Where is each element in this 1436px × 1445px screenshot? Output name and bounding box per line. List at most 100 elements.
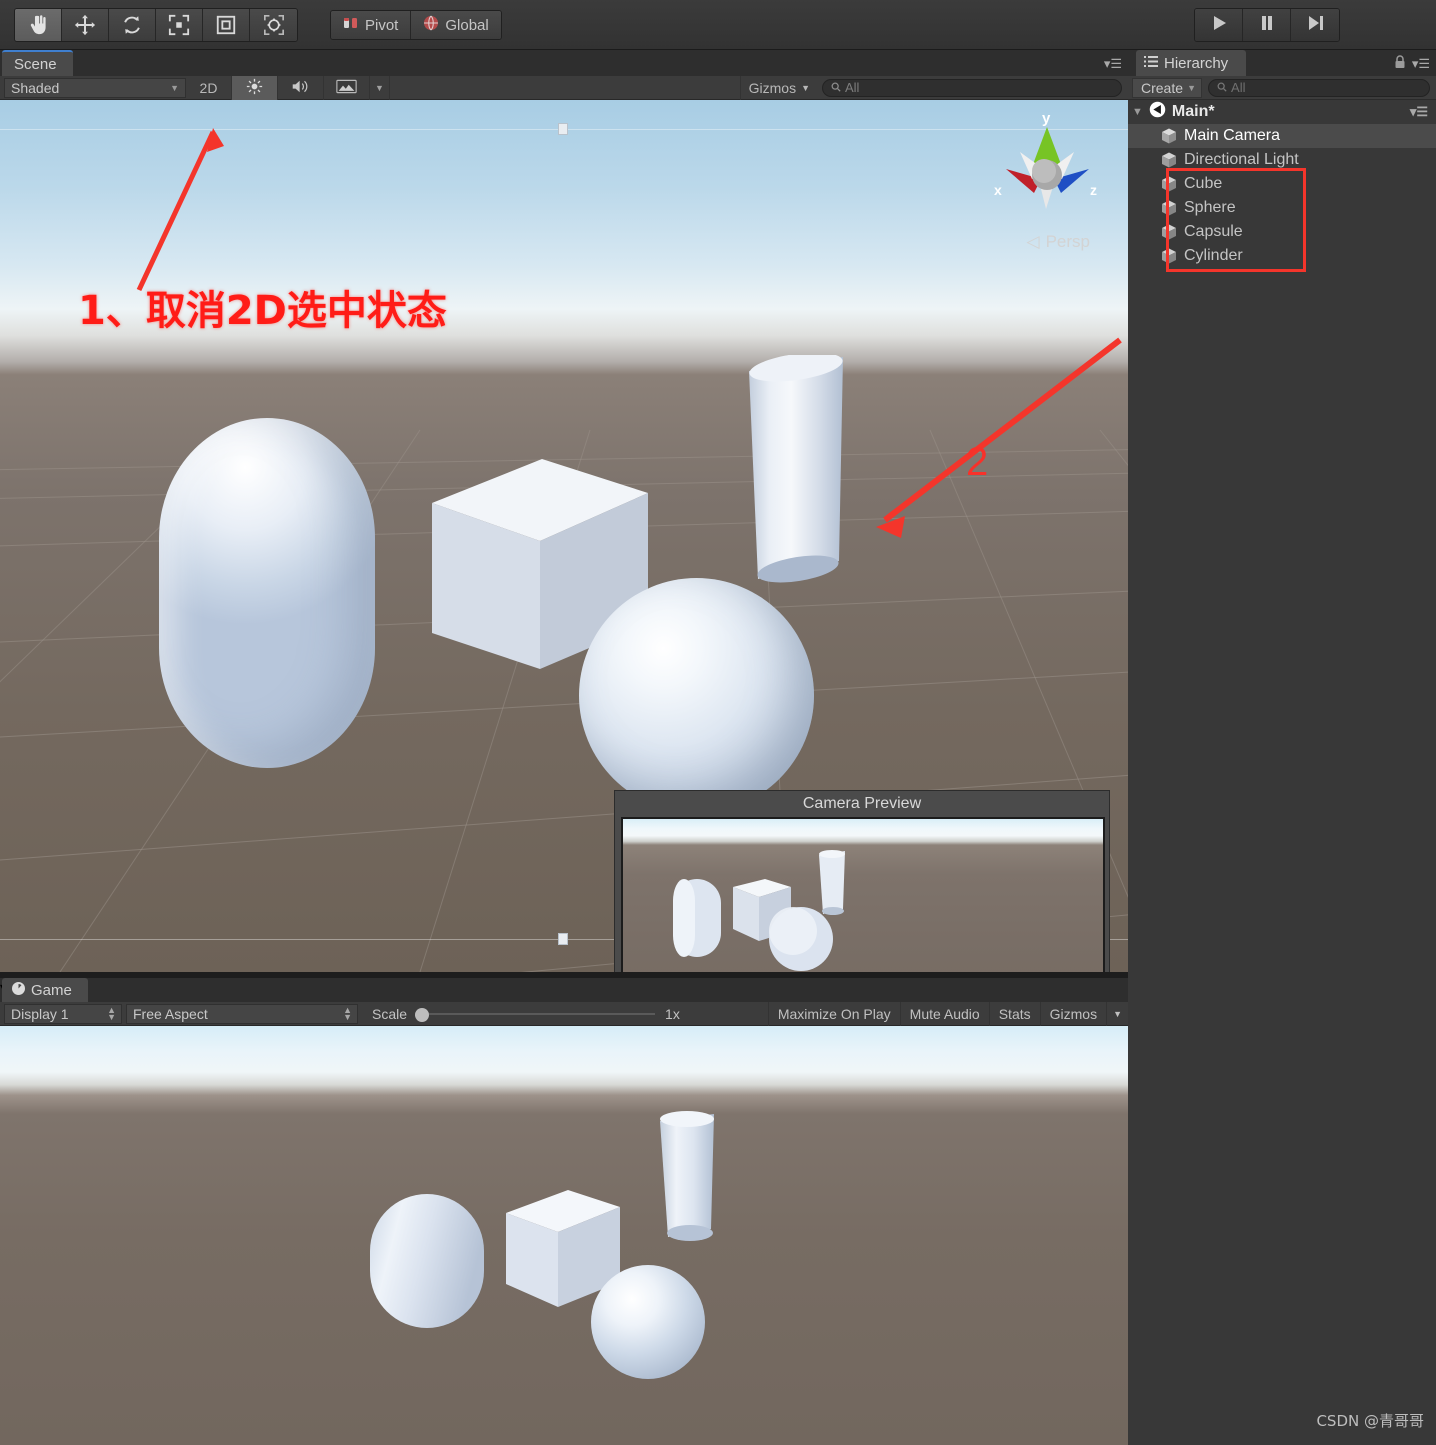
- game-panel: Game ▾☰ Display 1 ▲▼ Free Aspect ▲▼ Scal…: [0, 978, 1128, 1445]
- scene-audio-toggle[interactable]: [278, 75, 324, 100]
- play-button[interactable]: [1195, 9, 1243, 41]
- game-tab-icon: [12, 981, 25, 999]
- scene-projection-label[interactable]: ◁ Persp: [1027, 232, 1091, 252]
- hierarchy-item-label: Capsule: [1184, 223, 1243, 240]
- step-button[interactable]: [1291, 9, 1339, 41]
- chevron-down-icon: ▼: [801, 82, 810, 93]
- search-icon: [831, 80, 841, 95]
- scene-gizmos-dropdown[interactable]: Gizmos ▼: [739, 75, 818, 100]
- globe-icon: [423, 15, 439, 35]
- display-label: Display 1: [11, 1005, 69, 1022]
- game-panel-menu-icon[interactable]: ▾☰: [0, 978, 1128, 998]
- rect-tool-button[interactable]: [203, 9, 250, 41]
- hierarchy-panel: Hierarchy ▾☰ Create ▼ All ▼ Main* ▾☰ Mai…: [1128, 50, 1436, 1445]
- handle-orientation-label: Global: [445, 16, 489, 34]
- hierarchy-item-label: Cylinder: [1184, 247, 1243, 264]
- handle-orientation-button[interactable]: Global: [411, 11, 501, 39]
- scene-row-menu-icon[interactable]: ▾☰: [1410, 104, 1428, 120]
- rotate-tool-button[interactable]: [109, 9, 156, 41]
- stepper-icon: ▲ ▼: [343, 1004, 352, 1022]
- create-label: Create: [1141, 79, 1184, 96]
- chevron-down-icon: ▼: [1187, 82, 1197, 93]
- scale-icon: [168, 14, 190, 36]
- tab-game[interactable]: Game: [2, 978, 88, 1002]
- step-icon: [1305, 13, 1325, 38]
- hierarchy-tree: ▼ Main* ▾☰ Main Camera Directional Light…: [1128, 100, 1436, 268]
- transform-tools-group: [14, 8, 298, 42]
- hierarchy-item-sphere[interactable]: Sphere: [1128, 196, 1436, 220]
- chevron-down-icon: ▼: [170, 82, 179, 93]
- annotation-step1-text: 1、取消2D选中状态: [78, 288, 447, 334]
- gameobject-icon: [1160, 175, 1178, 193]
- hand-icon: [27, 14, 49, 36]
- hand-tool-button[interactable]: [15, 9, 62, 41]
- hierarchy-search-input[interactable]: All: [1208, 78, 1430, 97]
- maximize-on-play-button[interactable]: Maximize On Play: [767, 1001, 900, 1026]
- scene-fx-dropdown[interactable]: ▼: [370, 75, 390, 100]
- scene-viewport[interactable]: y x z ◁ Persp 1、取消2D选中状态 2 Camera Previe…: [0, 100, 1128, 972]
- scene-tab-label: Scene: [14, 55, 57, 73]
- scale-tool-button[interactable]: [156, 9, 203, 41]
- scene-toolbar: Shaded ▼ 2D ▼ Gizmos ▼ All: [0, 75, 1128, 100]
- transform-tool-button[interactable]: [250, 9, 297, 41]
- camera-preview-title: Camera Preview: [802, 795, 922, 812]
- scene-lighting-toggle[interactable]: [232, 75, 278, 100]
- stats-button[interactable]: Stats: [988, 1001, 1040, 1026]
- game-viewport[interactable]: [0, 1026, 1128, 1445]
- game-gizmos-button[interactable]: Gizmos: [1039, 1001, 1106, 1026]
- hierarchy-item-main-camera[interactable]: Main Camera: [1128, 124, 1436, 148]
- hierarchy-item-cube[interactable]: Cube: [1128, 172, 1436, 196]
- chevron-down-icon: ▼: [375, 82, 384, 93]
- scale-label: Scale: [372, 1005, 408, 1022]
- move-arrows-icon: [74, 14, 96, 36]
- lock-icon[interactable]: [1394, 55, 1406, 74]
- scale-slider-knob[interactable]: [415, 1007, 430, 1022]
- move-tool-button[interactable]: [62, 9, 109, 41]
- hierarchy-item-directional-light[interactable]: Directional Light: [1128, 148, 1436, 172]
- scene-object-capsule[interactable]: [159, 418, 375, 768]
- gameobject-icon: [1160, 127, 1178, 145]
- toggle-2d-button[interactable]: 2D: [186, 75, 232, 100]
- hierarchy-item-capsule[interactable]: Capsule: [1128, 220, 1436, 244]
- frustum-handle-bottom[interactable]: [558, 933, 568, 945]
- pivot-icon: [343, 16, 359, 34]
- game-gizmos-dropdown[interactable]: ▼: [1106, 1001, 1128, 1026]
- hierarchy-item-label: Main Camera: [1184, 127, 1281, 144]
- scene-object-cylinder[interactable]: [725, 352, 865, 585]
- scene-object-sphere[interactable]: [579, 578, 814, 813]
- pivot-toggle-button[interactable]: Pivot: [331, 11, 412, 39]
- frustum-handle-top[interactable]: [558, 123, 568, 135]
- chevron-down-icon[interactable]: ▼: [1132, 106, 1143, 118]
- display-dropdown[interactable]: Display 1 ▲ ▼: [4, 1003, 122, 1024]
- main-toolbar: Pivot Global: [0, 0, 1436, 50]
- speaker-icon: [291, 78, 310, 98]
- hierarchy-panel-menu-icon[interactable]: ▾☰: [1412, 56, 1430, 72]
- hierarchy-item-label: Sphere: [1184, 199, 1236, 216]
- rect-transform-icon: [215, 14, 237, 36]
- hierarchy-item-cylinder[interactable]: Cylinder: [1128, 244, 1436, 268]
- draw-mode-dropdown[interactable]: Shaded ▼: [4, 77, 186, 98]
- combined-transform-icon: [263, 14, 285, 36]
- scale-value: 1x: [665, 1005, 680, 1022]
- hierarchy-item-label: Cube: [1184, 175, 1223, 192]
- tab-scene[interactable]: Scene: [2, 50, 73, 76]
- stepper-icon: ▲ ▼: [107, 1004, 116, 1022]
- scale-slider[interactable]: [415, 1004, 656, 1024]
- mute-audio-button[interactable]: Mute Audio: [899, 1001, 989, 1026]
- aspect-dropdown[interactable]: Free Aspect ▲ ▼: [126, 1003, 358, 1024]
- pivot-label: Pivot: [365, 16, 399, 34]
- create-button[interactable]: Create ▼: [1132, 77, 1203, 98]
- scene-gizmos-label: Gizmos: [748, 79, 797, 96]
- hierarchy-scene-root[interactable]: ▼ Main* ▾☰: [1128, 100, 1436, 124]
- scene-fx-toggle[interactable]: [324, 75, 370, 100]
- pause-icon: [1257, 13, 1277, 38]
- pause-button[interactable]: [1243, 9, 1291, 41]
- scene-search-input[interactable]: All: [822, 78, 1122, 97]
- gizmo-axis-x-label: x: [994, 182, 1002, 198]
- scene-panel-menu-icon[interactable]: ▾☰: [1104, 56, 1122, 72]
- scene-name-label: Main*: [1171, 103, 1215, 120]
- image-effects-icon: [336, 79, 357, 97]
- gameobject-icon: [1160, 199, 1178, 217]
- hierarchy-tabbar: Hierarchy ▾☰: [1128, 50, 1436, 76]
- tab-hierarchy[interactable]: Hierarchy: [1136, 50, 1247, 76]
